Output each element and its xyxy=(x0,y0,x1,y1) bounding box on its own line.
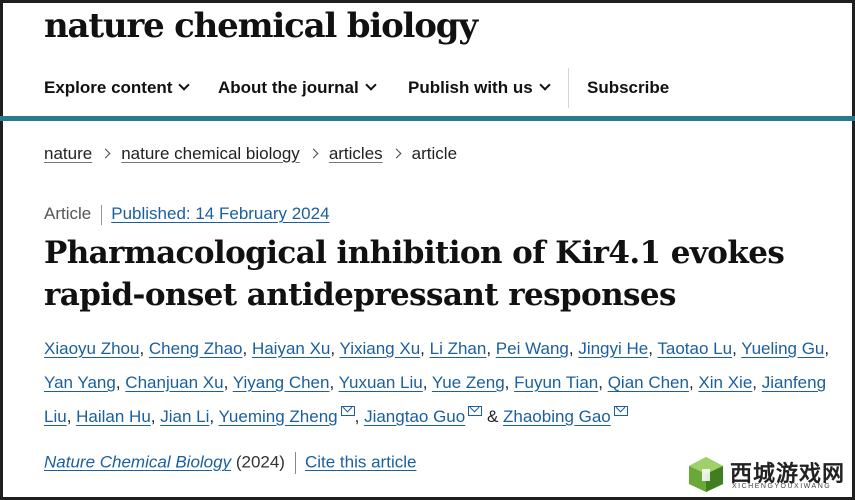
chevron-right-icon xyxy=(100,148,111,159)
author-link[interactable]: Xiaoyu Zhou xyxy=(44,339,139,358)
author-link[interactable]: Cheng Zhao xyxy=(149,339,243,358)
author-link[interactable]: Qian Chen xyxy=(608,373,689,392)
breadcrumb-journal[interactable]: nature chemical biology xyxy=(121,144,300,163)
author-link[interactable]: Yue Zeng xyxy=(432,373,505,392)
author-separator: , xyxy=(354,407,365,426)
author-separator: , xyxy=(598,373,608,392)
citation-line: Nature Chemical Biology (2024) Cite this … xyxy=(44,452,416,474)
author-separator: , xyxy=(66,407,77,426)
nav-subscribe[interactable]: Subscribe xyxy=(587,78,669,98)
citation-divider xyxy=(294,452,296,474)
watermark-subtext: XICHENGYOUXIWANG xyxy=(732,483,832,490)
author-link[interactable]: Jian Li xyxy=(160,407,209,426)
main-nav: Explore content About the journal Publis… xyxy=(0,62,855,116)
author-separator: , xyxy=(115,373,126,392)
author-link[interactable]: Li Zhan xyxy=(430,339,487,358)
breadcrumb-nature[interactable]: nature xyxy=(44,144,92,163)
chevron-right-icon xyxy=(308,148,319,159)
author-link[interactable]: Fuyun Tian xyxy=(514,373,598,392)
header-accent-rule xyxy=(0,116,855,121)
breadcrumb-articles[interactable]: articles xyxy=(329,144,383,163)
nav-publish-label: Publish with us xyxy=(408,78,533,97)
chevron-right-icon xyxy=(391,148,402,159)
author-separator: , xyxy=(824,339,830,358)
nav-publish-with-us[interactable]: Publish with us xyxy=(408,78,551,98)
nav-divider xyxy=(568,68,569,108)
breadcrumb: nature nature chemical biology articles art… xyxy=(44,144,457,164)
author-separator: , xyxy=(139,339,149,358)
author-separator: , xyxy=(486,339,496,358)
article-type: Article xyxy=(44,204,92,223)
author-separator: , xyxy=(150,407,161,426)
author-link[interactable]: Yueming Zheng xyxy=(219,407,338,426)
site-watermark: 西城游戏网 XICHENGYOUXIWANG xyxy=(686,452,852,498)
author-link[interactable]: Yan Yang xyxy=(44,373,116,392)
citation-year: (2024) xyxy=(235,452,285,472)
author-list: Xiaoyu Zhou, Cheng Zhao, Haiyan Xu, Yixi… xyxy=(44,332,844,434)
mail-icon[interactable] xyxy=(613,406,628,416)
breadcrumb-current: article xyxy=(411,144,458,163)
nav-explore-label: Explore content xyxy=(44,78,173,97)
author-link[interactable]: Yixiang Xu xyxy=(340,339,421,358)
mail-icon[interactable] xyxy=(340,406,355,416)
author-link[interactable]: Pei Wang xyxy=(496,339,569,358)
author-link[interactable]: Jiangtao Guo xyxy=(364,407,465,426)
chevron-down-icon xyxy=(365,79,377,91)
cite-this-article-link[interactable]: Cite this article xyxy=(305,452,416,471)
author-link[interactable]: Jingyi He xyxy=(578,339,648,358)
author-separator: , xyxy=(209,407,219,426)
mail-icon[interactable] xyxy=(468,406,483,416)
article-title: Pharmacological inhibition of Kir4.1 evo… xyxy=(44,235,785,313)
chevron-down-icon xyxy=(178,79,191,91)
author-separator: , xyxy=(420,339,430,358)
author-link[interactable]: Xin Xie xyxy=(698,373,752,392)
author-link[interactable]: Chanjuan Xu xyxy=(125,373,223,392)
author-separator: , xyxy=(330,339,340,358)
author-separator: , xyxy=(752,373,762,392)
author-link[interactable]: Yueling Gu xyxy=(741,339,824,358)
watermark-logo-icon xyxy=(689,457,723,492)
author-separator: , xyxy=(732,339,742,358)
meta-divider xyxy=(101,204,103,225)
author-link[interactable]: Hailan Hu xyxy=(76,407,151,426)
author-link[interactable]: Yiyang Chen xyxy=(233,373,330,392)
author-separator: , xyxy=(422,373,432,392)
author-separator: , xyxy=(242,339,252,358)
author-link[interactable]: Zhaobing Gao xyxy=(503,407,611,426)
author-link[interactable]: Haiyan Xu xyxy=(252,339,330,358)
author-separator: , xyxy=(504,373,515,392)
nav-about-label: About the journal xyxy=(218,78,359,97)
author-separator: , xyxy=(688,373,699,392)
author-separator: & xyxy=(482,407,504,426)
published-date-link[interactable]: Published: 14 February 2024 xyxy=(111,204,329,223)
chevron-down-icon xyxy=(539,79,551,91)
author-separator: , xyxy=(223,373,233,392)
article-meta: Article Published: 14 February 2024 xyxy=(44,204,330,225)
nav-about-journal[interactable]: About the journal xyxy=(218,78,377,98)
author-separator: , xyxy=(568,339,579,358)
author-link[interactable]: Yuxuan Liu xyxy=(339,373,423,392)
journal-masthead[interactable]: nature chemical biology xyxy=(44,6,478,46)
author-separator: , xyxy=(648,339,658,358)
journal-name-link[interactable]: Nature Chemical Biology xyxy=(44,452,231,471)
author-separator: , xyxy=(329,373,339,392)
author-link[interactable]: Taotao Lu xyxy=(657,339,732,358)
nav-explore-content[interactable]: Explore content xyxy=(44,78,191,98)
